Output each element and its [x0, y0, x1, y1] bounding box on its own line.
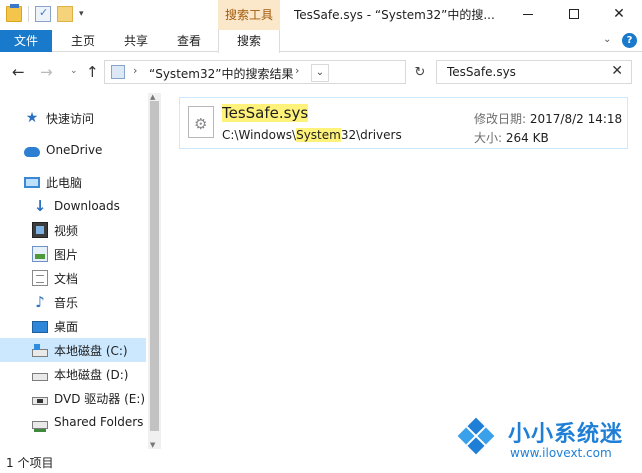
ribbon-tabs: 文件 主页 共享 查看 搜索 ⌄ ? [0, 30, 642, 53]
sidebar-item-videos[interactable]: 视频 [0, 218, 146, 242]
sidebar-item-label: 文档 [54, 271, 79, 286]
sidebar-item-local-disk-d[interactable]: 本地磁盘 (D:) [0, 362, 146, 386]
watermark-logo-icon [457, 417, 495, 455]
scrollbar-thumb[interactable] [150, 101, 159, 431]
forward-arrow-icon[interactable]: → [40, 63, 53, 81]
sidebar-item-pictures[interactable]: 图片 [0, 242, 146, 266]
quick-access-toolbar: ▾ [6, 4, 84, 22]
sidebar-item-local-disk-c[interactable]: 本地磁盘 (C:) [0, 338, 146, 362]
file-size: 大小: 264 KB [474, 129, 549, 146]
desktop-icon [32, 321, 48, 333]
address-bar[interactable]: › “System32”中的搜索结果 › [104, 60, 406, 84]
system-file-icon [188, 106, 214, 138]
drive-icon [32, 372, 48, 381]
file-name[interactable]: TesSafe.sys [222, 104, 309, 122]
refresh-icon[interactable]: ↻ [408, 64, 432, 82]
shared-folder-icon [32, 420, 48, 432]
sidebar-item-desktop[interactable]: 桌面 [0, 314, 146, 338]
cloud-icon [24, 146, 40, 157]
search-input[interactable]: TesSafe.sys [447, 65, 516, 79]
sidebar-item-label: 桌面 [54, 319, 79, 334]
video-icon [32, 222, 48, 238]
scroll-down-icon[interactable]: ▼ [150, 441, 155, 449]
explorer-folder-icon[interactable] [6, 4, 22, 22]
minimize-button[interactable] [505, 0, 551, 30]
up-arrow-icon[interactable]: ↑ [86, 63, 99, 81]
tab-file[interactable]: 文件 [0, 30, 52, 52]
music-icon: ♪ [35, 293, 45, 311]
sidebar-item-label: 图片 [54, 247, 79, 262]
tab-share[interactable]: 共享 [112, 30, 160, 52]
maximize-button[interactable] [551, 0, 597, 30]
toolbar-divider [28, 6, 29, 22]
new-folder-icon[interactable] [57, 6, 73, 22]
maximize-icon [569, 9, 579, 19]
star-icon: ★ [25, 110, 39, 126]
dvd-icon [32, 396, 48, 405]
sidebar-item-downloads[interactable]: ↓ Downloads [0, 194, 146, 218]
document-icon [32, 270, 48, 286]
breadcrumb[interactable]: “System32”中的搜索结果 [149, 65, 293, 82]
sidebar-item-this-pc[interactable]: 此电脑 [0, 170, 146, 194]
item-count: 1 个项目 [6, 456, 54, 470]
tab-home[interactable]: 主页 [58, 30, 108, 52]
properties-icon[interactable] [35, 6, 51, 22]
sidebar-item-label: Downloads [54, 199, 120, 213]
scroll-up-icon[interactable]: ▲ [150, 93, 155, 101]
help-icon[interactable]: ? [622, 33, 637, 48]
window-title: TesSafe.sys - “System32”中的搜... [294, 8, 495, 22]
back-arrow-icon[interactable]: ← [12, 63, 25, 81]
sidebar-item-quick-access[interactable]: ★ 快速访问 [0, 106, 146, 130]
sidebar-item-label: DVD 驱动器 (E:) [54, 391, 146, 406]
modified-date: 修改日期: 2017/8/2 14:18 [474, 110, 622, 127]
search-results-pane: TesSafe.sys C:\Windows\System32\drivers … [161, 93, 642, 449]
breadcrumb-separator-icon[interactable]: › [133, 64, 137, 77]
sidebar-item-label: 本地磁盘 (C:) [54, 343, 128, 358]
sidebar-item-label: 快速访问 [46, 111, 95, 126]
sidebar-item-documents[interactable]: 文档 [0, 266, 146, 290]
chevron-down-icon[interactable]: ⌄ [603, 34, 611, 45]
sidebar-item-label: 此电脑 [46, 175, 83, 190]
computer-icon [24, 176, 40, 188]
recent-locations-icon[interactable]: ⌄ [70, 66, 78, 76]
download-icon: ↓ [33, 197, 47, 215]
file-size-label: 大小: [474, 131, 503, 145]
sidebar-item-label: Shared Folders [54, 415, 144, 429]
sidebar-item-dvd-drive[interactable]: DVD 驱动器 (E:) [0, 386, 146, 410]
modified-date-label: 修改日期: [474, 112, 527, 126]
sidebar-item-label: 音乐 [54, 295, 79, 310]
watermark: 小小系统迷 www.ilovext.com [452, 408, 632, 468]
path-suffix: 32\drivers [340, 128, 402, 142]
navigation-pane: ★ 快速访问 OneDrive 此电脑 ↓ Downloads 视频 图片 文档… [0, 93, 148, 449]
watermark-url: www.ilovext.com [510, 446, 612, 460]
breadcrumb-separator-icon[interactable]: › [295, 64, 299, 77]
path-prefix: C:\Windows\ [222, 128, 297, 142]
search-box[interactable]: TesSafe.sys ✕ [436, 60, 632, 84]
path-highlight: System [296, 128, 341, 142]
drive-icon [32, 343, 48, 357]
sidebar-item-onedrive[interactable]: OneDrive [0, 138, 146, 162]
sidebar-item-label: 本地磁盘 (D:) [54, 367, 129, 382]
clear-search-icon[interactable]: ✕ [611, 63, 623, 79]
navigation-scrollbar[interactable]: ▲ ▼ [148, 93, 161, 449]
sidebar-item-label: 视频 [54, 223, 79, 238]
picture-icon [32, 246, 48, 262]
close-button[interactable]: ✕ [596, 0, 642, 30]
search-results-icon [111, 65, 125, 79]
modified-date-value: 2017/8/2 14:18 [529, 112, 623, 126]
customize-toolbar-dropdown-icon[interactable]: ▾ [79, 9, 84, 19]
sidebar-item-label: OneDrive [46, 143, 103, 157]
sidebar-item-music[interactable]: ♪ 音乐 [0, 290, 146, 314]
title-bar: ▾ 搜索工具 TesSafe.sys - “System32”中的搜... ✕ [0, 0, 642, 30]
list-item[interactable]: TesSafe.sys C:\Windows\System32\drivers … [179, 97, 628, 149]
address-dropdown-icon[interactable]: ⌄ [311, 64, 329, 82]
minimize-icon [523, 13, 533, 15]
tab-view[interactable]: 查看 [164, 30, 214, 52]
file-path: C:\Windows\System32\drivers [222, 128, 402, 142]
search-tools-context-tab: 搜索工具 [218, 0, 280, 30]
watermark-title: 小小系统迷 [508, 422, 624, 447]
tab-search[interactable]: 搜索 [218, 30, 280, 53]
file-size-value: 264 KB [505, 131, 549, 145]
sidebar-item-shared-folders[interactable]: Shared Folders [0, 410, 146, 434]
